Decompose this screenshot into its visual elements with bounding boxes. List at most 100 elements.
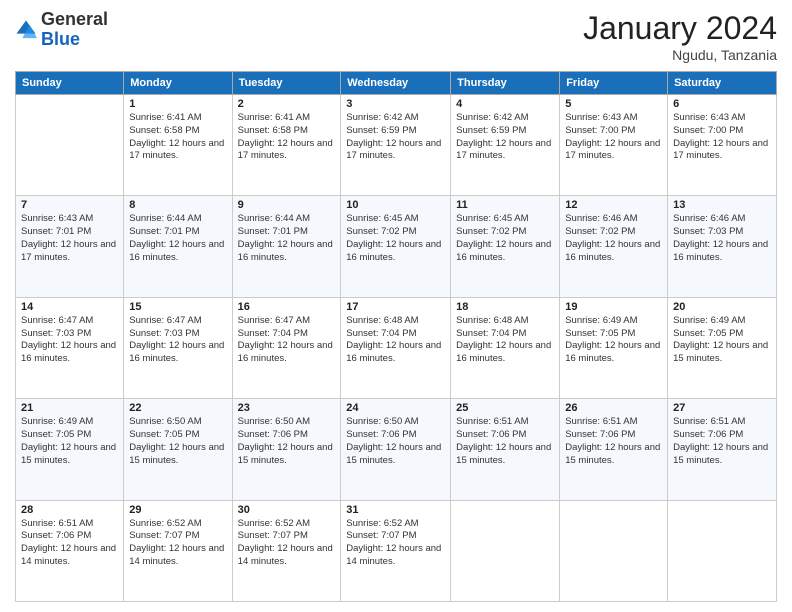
day-number: 10: [346, 199, 445, 211]
day-info: Sunrise: 6:43 AMSunset: 7:00 PMDaylight:…: [673, 112, 771, 163]
day-info: Sunrise: 6:51 AMSunset: 7:06 PMDaylight:…: [565, 416, 662, 467]
table-row: 12 Sunrise: 6:46 AMSunset: 7:02 PMDayligh…: [560, 196, 668, 297]
table-row: 3Sunrise: 6:42 AMSunset: 6:59 PMDaylight…: [341, 95, 451, 196]
day-number: 11: [456, 199, 554, 211]
logo: General Blue: [15, 10, 108, 50]
table-row: 13 Sunrise: 6:46 AMSunset: 7:03 PMDayligh…: [668, 196, 777, 297]
day-number: 2: [238, 98, 336, 110]
day-number: 16: [238, 301, 336, 313]
day-info: Sunrise: 6:51 AMSunset: 7:06 PMDaylight:…: [21, 518, 118, 569]
day-number: 4: [456, 98, 554, 110]
table-row: 2 Sunrise: 6:41 AMSunset: 6:58 PMDaylight…: [232, 95, 341, 196]
table-row: 18Sunrise: 6:48 AMSunset: 7:04 PMDayligh…: [451, 297, 560, 398]
day-info: Sunrise: 6:46 AMSunset: 7:02 PMDaylight:…: [565, 213, 662, 264]
day-info: Sunrise: 6:41 AMSunset: 6:58 PMDaylight:…: [129, 112, 226, 163]
page: General Blue January 2024 Ngudu, Tanzani…: [0, 0, 792, 612]
day-info: Sunrise: 6:47 AMSunset: 7:03 PMDaylight:…: [129, 315, 226, 366]
day-number: 22: [129, 402, 226, 414]
day-info: Sunrise: 6:49 AMSunset: 7:05 PMDaylight:…: [21, 416, 118, 467]
calendar-week-row: 7Sunrise: 6:43 AMSunset: 7:01 PMDaylight…: [16, 196, 777, 297]
table-row: 10Sunrise: 6:45 AMSunset: 7:02 PMDayligh…: [341, 196, 451, 297]
table-row: [451, 500, 560, 601]
table-row: 31 Sunrise: 6:52 AMSunset: 7:07 PMDayligh…: [341, 500, 451, 601]
day-number: 25: [456, 402, 554, 414]
day-info: Sunrise: 6:51 AMSunset: 7:06 PMDaylight:…: [456, 416, 554, 467]
day-info: Sunrise: 6:50 AMSunset: 7:06 PMDaylight:…: [346, 416, 445, 467]
table-row: 4 Sunrise: 6:42 AMSunset: 6:59 PMDaylight…: [451, 95, 560, 196]
day-info: Sunrise: 6:52 AMSunset: 7:07 PMDaylight:…: [346, 518, 445, 569]
calendar-week-row: 28 Sunrise: 6:51 AMSunset: 7:06 PMDayligh…: [16, 500, 777, 601]
day-info: Sunrise: 6:51 AMSunset: 7:06 PMDaylight:…: [673, 416, 771, 467]
day-number: 21: [21, 402, 118, 414]
table-row: 6Sunrise: 6:43 AMSunset: 7:00 PMDaylight…: [668, 95, 777, 196]
table-row: 19Sunrise: 6:49 AMSunset: 7:05 PMDayligh…: [560, 297, 668, 398]
day-number: 12: [565, 199, 662, 211]
day-number: 13: [673, 199, 771, 211]
day-info: Sunrise: 6:48 AMSunset: 7:04 PMDaylight:…: [346, 315, 445, 366]
day-number: 26: [565, 402, 662, 414]
table-row: 25 Sunrise: 6:51 AMSunset: 7:06 PMDayligh…: [451, 399, 560, 500]
day-info: Sunrise: 6:45 AMSunset: 7:02 PMDaylight:…: [456, 213, 554, 264]
day-info: Sunrise: 6:50 AMSunset: 7:05 PMDaylight:…: [129, 416, 226, 467]
col-friday: Friday: [560, 72, 668, 95]
table-row: 15 Sunrise: 6:47 AMSunset: 7:03 PMDayligh…: [124, 297, 232, 398]
table-row: 22 Sunrise: 6:50 AMSunset: 7:05 PMDayligh…: [124, 399, 232, 500]
day-info: Sunrise: 6:46 AMSunset: 7:03 PMDaylight:…: [673, 213, 771, 264]
day-number: 24: [346, 402, 445, 414]
day-info: Sunrise: 6:41 AMSunset: 6:58 PMDaylight:…: [238, 112, 336, 163]
day-number: 14: [21, 301, 118, 313]
table-row: 11 Sunrise: 6:45 AMSunset: 7:02 PMDayligh…: [451, 196, 560, 297]
table-row: 1 Sunrise: 6:41 AMSunset: 6:58 PMDaylight…: [124, 95, 232, 196]
table-row: 23Sunrise: 6:50 AMSunset: 7:06 PMDayligh…: [232, 399, 341, 500]
header: General Blue January 2024 Ngudu, Tanzani…: [15, 10, 777, 63]
table-row: 17 Sunrise: 6:48 AMSunset: 7:04 PMDayligh…: [341, 297, 451, 398]
table-row: 14Sunrise: 6:47 AMSunset: 7:03 PMDayligh…: [16, 297, 124, 398]
day-number: 5: [565, 98, 662, 110]
day-number: 17: [346, 301, 445, 313]
table-row: [16, 95, 124, 196]
day-number: 15: [129, 301, 226, 313]
calendar-week-row: 1 Sunrise: 6:41 AMSunset: 6:58 PMDaylight…: [16, 95, 777, 196]
day-info: Sunrise: 6:42 AMSunset: 6:59 PMDaylight:…: [456, 112, 554, 163]
table-row: 5Sunrise: 6:43 AMSunset: 7:00 PMDaylight…: [560, 95, 668, 196]
day-number: 20: [673, 301, 771, 313]
table-row: 26 Sunrise: 6:51 AMSunset: 7:06 PMDayligh…: [560, 399, 668, 500]
day-info: Sunrise: 6:52 AMSunset: 7:07 PMDaylight:…: [129, 518, 226, 569]
day-number: 30: [238, 504, 336, 516]
table-row: 20 Sunrise: 6:49 AMSunset: 7:05 PMDayligh…: [668, 297, 777, 398]
day-info: Sunrise: 6:52 AMSunset: 7:07 PMDaylight:…: [238, 518, 336, 569]
day-info: Sunrise: 6:44 AMSunset: 7:01 PMDaylight:…: [238, 213, 336, 264]
day-number: 28: [21, 504, 118, 516]
day-number: 1: [129, 98, 226, 110]
table-row: [560, 500, 668, 601]
day-number: 3: [346, 98, 445, 110]
logo-text: General Blue: [41, 10, 108, 50]
table-row: 7Sunrise: 6:43 AMSunset: 7:01 PMDaylight…: [16, 196, 124, 297]
day-info: Sunrise: 6:47 AMSunset: 7:04 PMDaylight:…: [238, 315, 336, 366]
calendar-header-row: Sunday Monday Tuesday Wednesday Thursday…: [16, 72, 777, 95]
day-number: 23: [238, 402, 336, 414]
table-row: 8Sunrise: 6:44 AMSunset: 7:01 PMDaylight…: [124, 196, 232, 297]
day-number: 18: [456, 301, 554, 313]
table-row: 28 Sunrise: 6:51 AMSunset: 7:06 PMDayligh…: [16, 500, 124, 601]
calendar-week-row: 14 Sunrise: 6:47 AMSunset: 7:03 PMDayligh…: [16, 297, 777, 398]
table-row: [668, 500, 777, 601]
col-tuesday: Tuesday: [232, 72, 341, 95]
day-number: 7: [21, 199, 118, 211]
title-block: January 2024 Ngudu, Tanzania: [583, 10, 777, 63]
calendar-table: Sunday Monday Tuesday Wednesday Thursday…: [15, 71, 777, 602]
logo-blue: Blue: [41, 29, 80, 49]
day-info: Sunrise: 6:49 AMSunset: 7:05 PMDaylight:…: [673, 315, 771, 366]
day-number: 31: [346, 504, 445, 516]
table-row: 9Sunrise: 6:44 AMSunset: 7:01 PMDaylight…: [232, 196, 341, 297]
calendar-week-row: 21 Sunrise: 6:49 AMSunset: 7:05 PMDayligh…: [16, 399, 777, 500]
location: Ngudu, Tanzania: [583, 47, 777, 63]
logo-icon: [15, 19, 37, 41]
col-monday: Monday: [124, 72, 232, 95]
table-row: 29 Sunrise: 6:52 AMSunset: 7:07 PMDayligh…: [124, 500, 232, 601]
table-row: 21 Sunrise: 6:49 AMSunset: 7:05 PMDayligh…: [16, 399, 124, 500]
col-sunday: Sunday: [16, 72, 124, 95]
col-thursday: Thursday: [451, 72, 560, 95]
day-number: 29: [129, 504, 226, 516]
day-info: Sunrise: 6:49 AMSunset: 7:05 PMDaylight:…: [565, 315, 662, 366]
